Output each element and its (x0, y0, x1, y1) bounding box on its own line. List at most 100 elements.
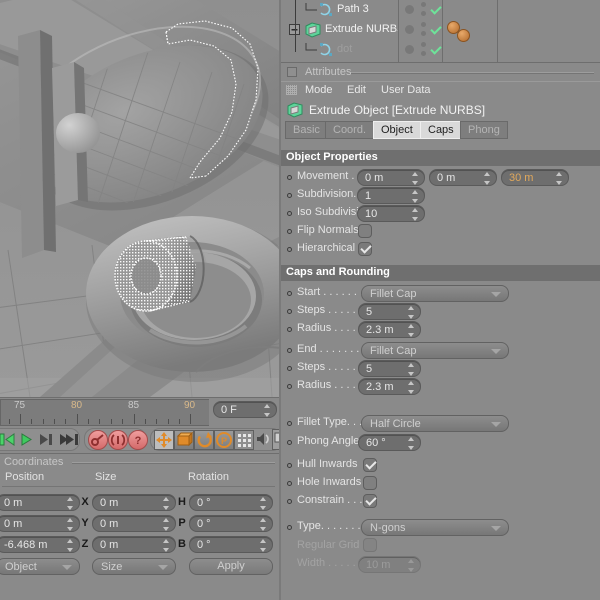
panel-separator-vertical[interactable] (279, 0, 281, 600)
movement-z-stepper-icon[interactable] (556, 172, 563, 185)
enabled-check-icon[interactable] (430, 43, 442, 55)
start-steps-stepper-icon[interactable] (408, 306, 415, 319)
rotation-h-stepper-icon[interactable] (260, 497, 267, 510)
keyframe-selection-button[interactable]: ? (128, 430, 148, 450)
movement-x-field[interactable]: 0 m (357, 169, 425, 186)
menu-item-edit[interactable]: Edit (347, 84, 366, 96)
type-dropdown[interactable]: N-gons (361, 519, 509, 536)
rotation-h-field[interactable]: 0 ° (189, 494, 273, 511)
position-keyframe-toggle[interactable] (154, 430, 174, 450)
tab-coord[interactable]: Coord. (325, 121, 375, 139)
menu-item-user-data[interactable]: User Data (381, 84, 431, 96)
section-object-properties: Object Properties (281, 150, 600, 166)
start-cap-value: Fillet Cap (370, 288, 417, 300)
visibility-dot[interactable] (405, 45, 414, 54)
start-steps-field[interactable]: 5 (358, 303, 421, 320)
size-y-stepper-icon[interactable] (163, 518, 170, 531)
render-dot-lower[interactable] (421, 11, 426, 16)
subdivision-field[interactable]: 1 (357, 187, 425, 204)
apply-button[interactable]: Apply (189, 558, 273, 575)
enabled-check-icon[interactable] (430, 3, 442, 15)
iso-subdivision-field[interactable]: 10 (357, 205, 425, 222)
render-dot-lower[interactable] (421, 51, 426, 56)
start-cap-dropdown[interactable]: Fillet Cap (361, 285, 509, 302)
constrain-checkbox[interactable] (363, 494, 377, 508)
timeline-ruler[interactable]: 75 80 85 90 (0, 399, 209, 426)
visibility-dot[interactable] (405, 25, 414, 34)
iso-subdivision-stepper-icon[interactable] (412, 208, 419, 221)
section-title-caps-and-rounding: Caps and Rounding (286, 266, 390, 278)
spline-icon (320, 43, 332, 56)
movement-z-field[interactable]: 30 m (501, 169, 569, 186)
sound-toggle[interactable] (254, 430, 274, 450)
autokeying-button[interactable] (108, 430, 128, 450)
rotation-b-stepper-icon[interactable] (260, 539, 267, 552)
position-y-field[interactable]: 0 m (0, 515, 80, 532)
render-dot-lower[interactable] (421, 31, 426, 36)
position-x-field[interactable]: 0 m (0, 494, 80, 511)
end-radius-field[interactable]: 2.3 m (358, 378, 421, 395)
enabled-check-icon[interactable] (430, 23, 442, 35)
position-y-stepper-icon[interactable] (67, 518, 74, 531)
frame-stepper-icon[interactable] (264, 404, 271, 417)
start-radius-field[interactable]: 2.3 m (358, 321, 421, 338)
tab-basic[interactable]: Basic (285, 121, 328, 139)
record-keyframe-button[interactable] (88, 430, 108, 450)
end-cap-dropdown[interactable]: Fillet Cap (361, 342, 509, 359)
end-radius-stepper-icon[interactable] (408, 381, 415, 394)
tab-caps[interactable]: Caps (420, 121, 462, 139)
scale-keyframe-toggle[interactable] (174, 430, 194, 450)
size-x-field[interactable]: 0 m (92, 494, 176, 511)
hierarchical-checkbox[interactable] (358, 242, 372, 256)
coordinate-mode-dropdown[interactable]: Object (0, 558, 80, 575)
perspective-viewport[interactable] (0, 0, 281, 397)
fillet-type-dropdown[interactable]: Half Circle (361, 415, 509, 432)
hole-inwards-bullet-icon (287, 481, 292, 486)
size-z-stepper-icon[interactable] (163, 539, 170, 552)
parameter-keyframe-toggle[interactable]: P (214, 430, 234, 450)
position-z-field[interactable]: -6.468 m (0, 536, 80, 553)
size-y-value: 0 m (100, 518, 119, 530)
position-x-stepper-icon[interactable] (67, 497, 74, 510)
tab-object[interactable]: Object (373, 121, 421, 139)
transport-icons[interactable] (0, 430, 84, 449)
phong-angle-field[interactable]: 60 ° (358, 434, 421, 451)
coordinates-header-size: Size (95, 471, 117, 483)
render-dot-upper[interactable] (421, 22, 426, 27)
size-x-stepper-icon[interactable] (163, 497, 170, 510)
phong-angle-stepper-icon[interactable] (408, 437, 415, 450)
visibility-dot[interactable] (405, 5, 414, 14)
rotation-p-stepper-icon[interactable] (260, 518, 267, 531)
start-radius-stepper-icon[interactable] (408, 324, 415, 337)
size-z-field[interactable]: 0 m (92, 536, 176, 553)
hole-inwards-checkbox[interactable] (363, 476, 377, 490)
end-steps-stepper-icon[interactable] (408, 363, 415, 376)
render-dot-upper[interactable] (421, 42, 426, 47)
flip-normals-checkbox[interactable] (358, 224, 372, 238)
movement-x-stepper-icon[interactable] (412, 172, 419, 185)
subdivision-stepper-icon[interactable] (412, 190, 419, 203)
label-start: Start . . . . . . . (297, 286, 364, 298)
rotation-keyframe-toggle[interactable] (194, 430, 214, 450)
render-dot-upper[interactable] (421, 2, 426, 7)
menu-item-mode[interactable]: Mode (305, 84, 333, 96)
chevron-down-icon (491, 349, 501, 354)
start-bullet-icon (287, 291, 292, 296)
end-steps-field[interactable]: 5 (358, 360, 421, 377)
regular-grid-checkbox (363, 538, 377, 552)
movement-y-field[interactable]: 0 m (429, 169, 497, 186)
timeline-tick (190, 414, 191, 424)
current-frame-field[interactable]: 0 F (213, 401, 277, 418)
rotation-b-field[interactable]: 0 ° (189, 536, 273, 553)
point-level-animation-toggle[interactable] (234, 430, 254, 450)
size-mode-dropdown[interactable]: Size (92, 558, 176, 575)
rotation-p-field[interactable]: 0 ° (189, 515, 273, 532)
coordinates-panel-title: Coordinates (4, 456, 64, 468)
tab-phong[interactable]: Phong (460, 121, 508, 139)
movement-y-stepper-icon[interactable] (484, 172, 491, 185)
drag-gripper-icon[interactable] (286, 85, 297, 95)
hull-inwards-checkbox[interactable] (363, 458, 377, 472)
position-z-stepper-icon[interactable] (67, 539, 74, 552)
size-y-field[interactable]: 0 m (92, 515, 176, 532)
panel-checkbox-icon[interactable] (287, 67, 297, 77)
